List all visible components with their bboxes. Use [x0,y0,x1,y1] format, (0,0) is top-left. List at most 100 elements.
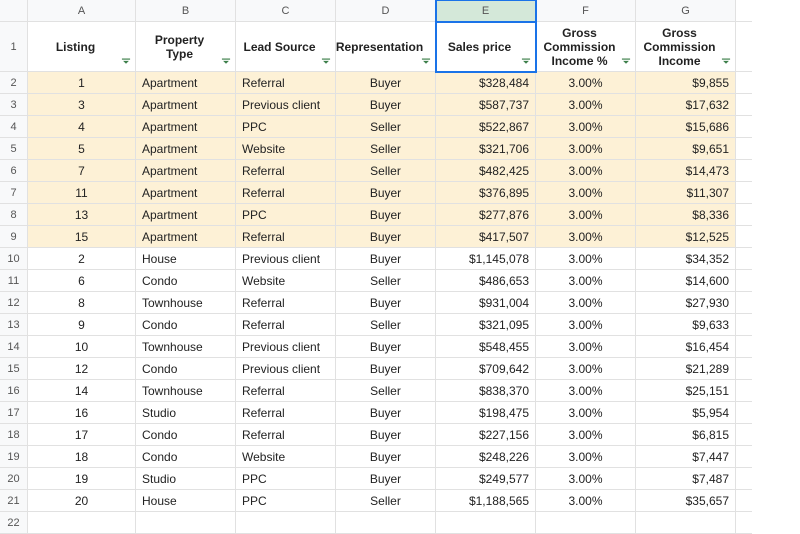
cell-E[interactable]: $838,370 [436,380,536,402]
row-header[interactable]: 11 [0,270,28,292]
cell-E[interactable]: $249,577 [436,468,536,490]
cell-G[interactable]: $21,289 [636,358,736,380]
cell-C[interactable]: Website [236,270,336,292]
column-header-A[interactable]: A [28,0,136,22]
cell-A[interactable]: 13 [28,204,136,226]
cell-B[interactable]: Condo [136,424,236,446]
cell-F[interactable]: 3.00% [536,292,636,314]
cell-G[interactable]: $11,307 [636,182,736,204]
cell-F[interactable]: 3.00% [536,468,636,490]
cell-E[interactable]: $1,145,078 [436,248,536,270]
cell-G[interactable]: $8,336 [636,204,736,226]
empty-cell[interactable] [636,512,736,534]
cell-B[interactable]: Townhouse [136,336,236,358]
cell-A[interactable]: 9 [28,314,136,336]
header-cell-A[interactable]: Listing [28,22,136,72]
cell-A[interactable]: 12 [28,358,136,380]
cell-F[interactable]: 3.00% [536,248,636,270]
cell-A[interactable]: 14 [28,380,136,402]
empty-cell[interactable] [436,512,536,534]
row-header[interactable]: 16 [0,380,28,402]
cell-B[interactable]: Condo [136,446,236,468]
cell-G[interactable]: $14,473 [636,160,736,182]
cell-A[interactable]: 20 [28,490,136,512]
row-header[interactable]: 12 [0,292,28,314]
cell-G[interactable]: $7,447 [636,446,736,468]
cell-C[interactable]: Referral [236,380,336,402]
cell-C[interactable]: Referral [236,160,336,182]
cell-F[interactable]: 3.00% [536,226,636,248]
cell-B[interactable]: Apartment [136,72,236,94]
cell-G[interactable]: $7,487 [636,468,736,490]
cell-E[interactable]: $321,706 [436,138,536,160]
column-header-E[interactable]: E [436,0,536,22]
cell-D[interactable]: Buyer [336,94,436,116]
cell-B[interactable]: Apartment [136,160,236,182]
cell-E[interactable]: $376,895 [436,182,536,204]
header-cell-E[interactable]: Sales price [436,22,536,72]
row-header[interactable]: 14 [0,336,28,358]
cell-D[interactable]: Seller [336,314,436,336]
filter-icon[interactable] [319,55,333,69]
cell-B[interactable]: Apartment [136,94,236,116]
cell-E[interactable]: $277,876 [436,204,536,226]
cell-G[interactable]: $6,815 [636,424,736,446]
column-header-C[interactable]: C [236,0,336,22]
cell-G[interactable]: $14,600 [636,270,736,292]
cell-B[interactable]: Apartment [136,226,236,248]
cell-D[interactable]: Buyer [336,248,436,270]
cell-A[interactable]: 6 [28,270,136,292]
cell-C[interactable]: Previous client [236,94,336,116]
cell-F[interactable]: 3.00% [536,336,636,358]
cell-C[interactable]: Referral [236,424,336,446]
cell-D[interactable]: Seller [336,116,436,138]
cell-F[interactable]: 3.00% [536,138,636,160]
cell-B[interactable]: Townhouse [136,292,236,314]
cell-E[interactable]: $227,156 [436,424,536,446]
empty-cell[interactable] [536,512,636,534]
cell-F[interactable]: 3.00% [536,204,636,226]
cell-A[interactable]: 7 [28,160,136,182]
cell-A[interactable]: 3 [28,94,136,116]
row-header[interactable]: 9 [0,226,28,248]
row-header[interactable]: 18 [0,424,28,446]
cell-D[interactable]: Buyer [336,446,436,468]
row-header[interactable]: 4 [0,116,28,138]
cell-A[interactable]: 15 [28,226,136,248]
empty-cell[interactable] [336,512,436,534]
cell-C[interactable]: Referral [236,72,336,94]
header-cell-B[interactable]: Property Type [136,22,236,72]
cell-A[interactable]: 1 [28,72,136,94]
cell-C[interactable]: PPC [236,204,336,226]
cell-E[interactable]: $198,475 [436,402,536,424]
cell-A[interactable]: 2 [28,248,136,270]
cell-D[interactable]: Seller [336,138,436,160]
cell-E[interactable]: $328,484 [436,72,536,94]
cell-F[interactable]: 3.00% [536,94,636,116]
cell-F[interactable]: 3.00% [536,160,636,182]
cell-D[interactable]: Seller [336,270,436,292]
filter-icon[interactable] [419,55,433,69]
row-header[interactable]: 21 [0,490,28,512]
cell-D[interactable]: Buyer [336,424,436,446]
cell-E[interactable]: $248,226 [436,446,536,468]
column-header-F[interactable]: F [536,0,636,22]
row-header[interactable]: 5 [0,138,28,160]
row-header[interactable]: 7 [0,182,28,204]
row-header[interactable]: 19 [0,446,28,468]
filter-icon[interactable] [619,55,633,69]
cell-A[interactable]: 10 [28,336,136,358]
cell-D[interactable]: Seller [336,160,436,182]
cell-C[interactable]: Website [236,138,336,160]
cell-B[interactable]: Studio [136,468,236,490]
cell-G[interactable]: $17,632 [636,94,736,116]
row-header[interactable]: 13 [0,314,28,336]
row-header[interactable]: 6 [0,160,28,182]
cell-C[interactable]: PPC [236,116,336,138]
cell-A[interactable]: 11 [28,182,136,204]
row-header[interactable]: 20 [0,468,28,490]
empty-cell[interactable] [236,512,336,534]
cell-B[interactable]: Condo [136,358,236,380]
row-header[interactable]: 3 [0,94,28,116]
cell-B[interactable]: House [136,490,236,512]
